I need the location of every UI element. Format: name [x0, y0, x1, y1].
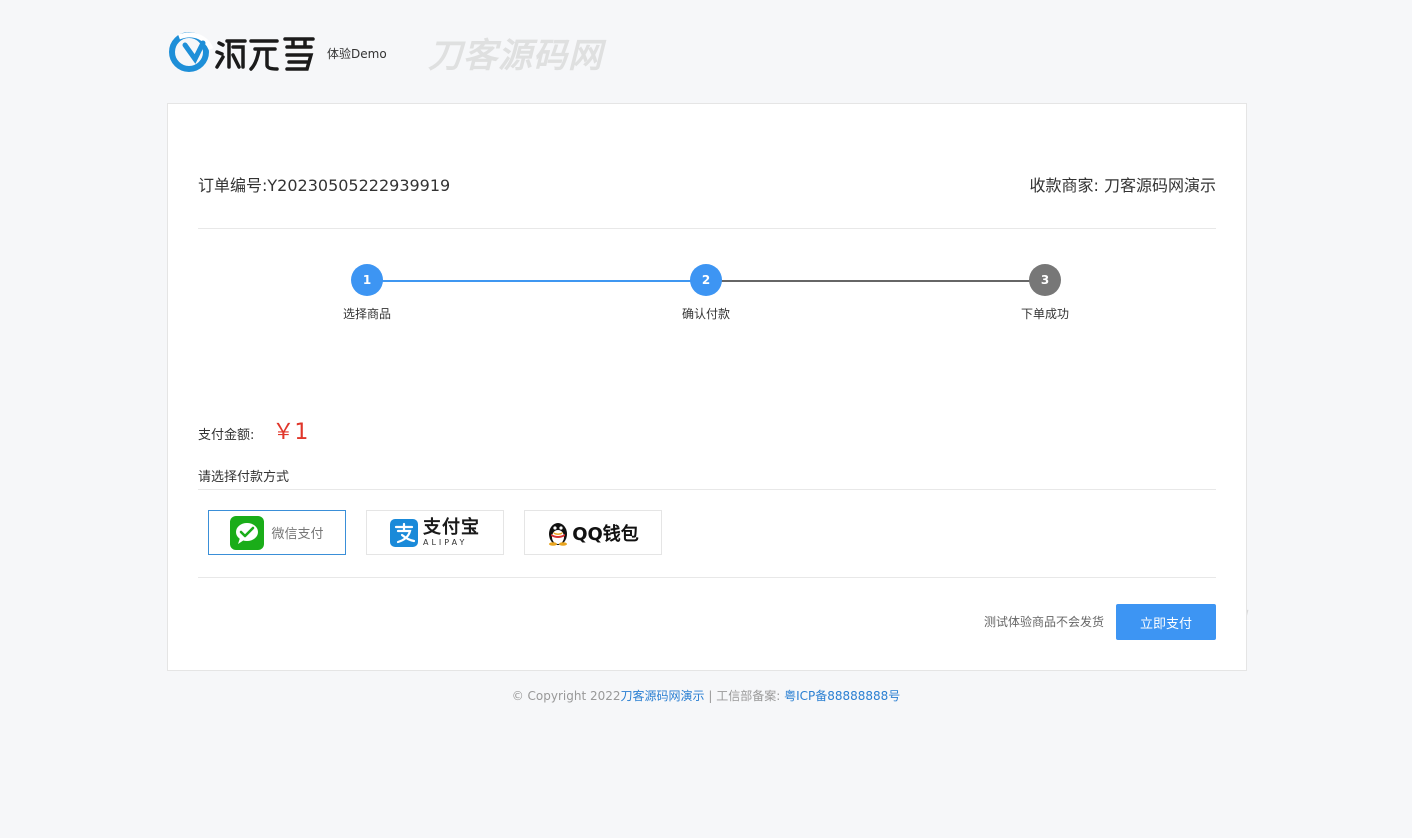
test-product-note: 测试体验商品不会发货: [983, 615, 1104, 629]
alipay-wordmark: 支付宝 ALIPAY: [423, 516, 480, 547]
qq-wallet-label: QQ钱包: [572, 523, 639, 545]
watermark: 刀客源码网: [428, 36, 603, 76]
step-number: 2: [690, 264, 722, 296]
wechat-pay-label: 微信支付: [271, 527, 324, 542]
payment-amount: 支付金额: ￥1: [198, 414, 308, 446]
amount-value: ￥1: [272, 420, 309, 445]
qq-wallet-option[interactable]: QQ钱包: [524, 510, 662, 555]
step-confirm-payment: 2 确认付款: [646, 264, 766, 322]
pay-now-button[interactable]: 立即支付: [1116, 604, 1216, 640]
alipay-label-cn: 支付宝: [423, 516, 480, 538]
payment-card: 订单编号:Y20230505222939919 收款商家: 刀客源码网演示 1 …: [167, 103, 1247, 671]
divider: [198, 577, 1216, 578]
step-number: 3: [1029, 264, 1061, 296]
logo-icon: [169, 32, 315, 72]
logo-subtitle: 体验Demo: [327, 46, 387, 61]
page-footer: © Copyright 2022刀客源码网演示 | 工信部备案: 粤ICP备88…: [0, 687, 1412, 704]
site-link[interactable]: 刀客源码网演示: [621, 689, 705, 703]
step-label: 确认付款: [681, 307, 730, 321]
step-order-success: 3 下单成功: [985, 264, 1105, 322]
header: 体验Demo: [167, 28, 387, 76]
step-label: 选择商品: [342, 307, 391, 321]
payment-methods: 微信支付 支付宝 ALIPAY QQ钱包: [208, 510, 682, 555]
step-label: 下单成功: [1020, 307, 1069, 321]
divider: [198, 489, 1216, 490]
divider: [198, 228, 1216, 229]
icp-label: | 工信部备案:: [704, 689, 785, 703]
alipay-option[interactable]: 支付宝 ALIPAY: [366, 510, 504, 555]
order-number: 订单编号:Y20230505222939919: [198, 176, 451, 195]
step-select-product: 1 选择商品: [307, 264, 427, 322]
merchant-name: 收款商家: 刀客源码网演示: [1029, 176, 1216, 195]
step-number: 1: [351, 264, 383, 296]
icp-link[interactable]: 粤ICP备88888888号: [784, 689, 900, 703]
site-logo[interactable]: [167, 29, 315, 75]
wechat-icon: [230, 515, 265, 550]
wechat-pay-option[interactable]: 微信支付: [208, 510, 346, 555]
copyright-text: © Copyright 2022: [511, 689, 621, 703]
order-info: 订单编号:Y20230505222939919 收款商家: 刀客源码网演示: [198, 172, 1216, 195]
amount-label: 支付金额:: [198, 428, 255, 443]
progress-steps: 1 选择商品 2 确认付款 3 下单成功: [168, 264, 1246, 334]
payment-method-title: 请选择付款方式: [198, 470, 290, 485]
alipay-label-en: ALIPAY: [423, 537, 468, 547]
alipay-icon: [390, 518, 418, 547]
qq-penguin-icon: [549, 522, 568, 546]
